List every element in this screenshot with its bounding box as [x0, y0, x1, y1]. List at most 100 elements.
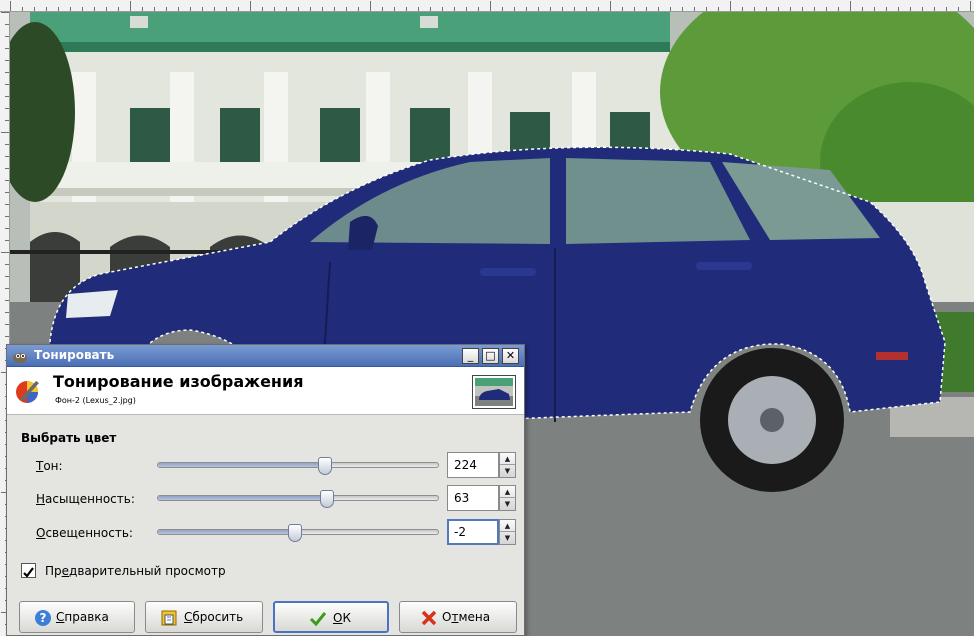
ruler-tick — [646, 7, 647, 11]
ruler-tick — [934, 7, 935, 11]
saturation-decrease-button[interactable]: ▼ — [500, 498, 515, 510]
ruler-tick — [490, 1, 491, 11]
ruler-tick — [430, 7, 431, 11]
ruler-tick — [5, 144, 9, 145]
ruler-tick — [178, 7, 179, 11]
ruler-tick — [826, 7, 827, 11]
preview-checkbox[interactable] — [21, 563, 36, 578]
saturation-slider-handle[interactable] — [320, 490, 334, 508]
ruler-tick — [262, 7, 263, 11]
dialog-header: Тонирование изображения Фон-2 (Lexus_2.j… — [7, 367, 524, 415]
saturation-value-input[interactable]: 63 — [447, 485, 499, 511]
ruler-tick — [310, 7, 311, 11]
ruler-tick — [166, 7, 167, 11]
reset-label: Сбросить — [184, 610, 244, 624]
hue-spin-buttons[interactable]: ▲ ▼ — [499, 452, 516, 478]
ruler-tick — [10, 1, 11, 11]
ruler-tick — [5, 72, 9, 73]
ruler-tick — [238, 7, 239, 11]
ruler-tick — [190, 7, 191, 11]
ruler-tick — [478, 7, 479, 11]
ruler-tick — [586, 7, 587, 11]
horizontal-ruler[interactable] — [0, 0, 974, 12]
ruler-tick — [5, 180, 9, 181]
ruler-tick — [5, 120, 9, 121]
minimize-button[interactable]: _ — [462, 348, 479, 364]
ruler-tick — [202, 7, 203, 11]
lightness-spin-buttons[interactable]: ▲ ▼ — [499, 519, 516, 545]
ruler-tick — [5, 96, 9, 97]
hue-slider-fill — [158, 463, 326, 467]
saturation-spin-buttons[interactable]: ▲ ▼ — [499, 485, 516, 511]
ruler-tick — [922, 7, 923, 11]
help-button[interactable]: ? Справка — [19, 601, 135, 633]
ruler-tick — [5, 336, 9, 337]
lightness-slider-handle[interactable] — [288, 524, 302, 542]
ok-check-icon — [309, 612, 327, 627]
preview-label[interactable]: Предварительный просмотр — [45, 564, 226, 578]
dialog-titlebar[interactable]: Тонировать _ □ ✕ — [7, 345, 524, 367]
ruler-tick — [5, 324, 9, 325]
maximize-button[interactable]: □ — [482, 348, 499, 364]
ruler-tick — [82, 7, 83, 11]
ruler-tick — [850, 1, 851, 11]
ruler-tick — [946, 7, 947, 11]
ok-button[interactable]: ОК — [273, 601, 389, 633]
ruler-tick — [250, 1, 251, 11]
ruler-tick — [898, 7, 899, 11]
hue-value-input[interactable]: 224 — [447, 452, 499, 478]
ruler-tick — [658, 7, 659, 11]
gimp-icon — [13, 353, 27, 363]
ruler-tick — [790, 7, 791, 11]
ok-label: ОК — [333, 611, 351, 625]
ruler-tick — [5, 48, 9, 49]
hue-label: Тон: — [36, 459, 63, 473]
select-color-label: Выбрать цвет — [21, 431, 117, 445]
ruler-tick — [5, 156, 9, 157]
ruler-tick — [502, 7, 503, 11]
ruler-tick — [706, 7, 707, 11]
ruler-tick — [622, 7, 623, 11]
ruler-tick — [5, 84, 9, 85]
ruler-tick — [154, 7, 155, 11]
ruler-tick — [778, 7, 779, 11]
ruler-tick — [5, 168, 9, 169]
cancel-button[interactable]: Отмена — [399, 601, 517, 633]
help-label: Справка — [56, 610, 109, 624]
saturation-increase-button[interactable]: ▲ — [500, 486, 515, 498]
ruler-tick — [22, 7, 23, 11]
ruler-tick — [130, 1, 131, 11]
hue-slider[interactable] — [157, 462, 439, 468]
ruler-tick — [418, 7, 419, 11]
close-button[interactable]: ✕ — [502, 348, 519, 364]
ruler-tick — [298, 7, 299, 11]
dialog-title: Тонировать — [34, 348, 115, 362]
ruler-tick — [694, 7, 695, 11]
saturation-slider[interactable] — [157, 495, 439, 501]
ruler-tick — [358, 7, 359, 11]
ruler-tick — [730, 1, 731, 11]
ruler-tick — [814, 7, 815, 11]
lightness-increase-button[interactable]: ▲ — [500, 520, 515, 532]
hue-increase-button[interactable]: ▲ — [500, 453, 515, 465]
cancel-label: Отмена — [442, 610, 491, 624]
lightness-value-input[interactable]: -2 — [447, 519, 499, 545]
svg-text:?: ? — [40, 611, 47, 625]
image-thumbnail — [472, 375, 516, 409]
checkmark-icon — [23, 567, 34, 578]
ruler-tick — [5, 264, 9, 265]
ruler-tick — [106, 7, 107, 11]
ruler-tick — [142, 7, 143, 11]
reset-button[interactable]: Сбросить — [145, 601, 263, 633]
colorize-dialog: Тонировать _ □ ✕ Тонирование изображения… — [6, 344, 525, 636]
ruler-tick — [214, 7, 215, 11]
ruler-tick — [286, 7, 287, 11]
ruler-tick — [874, 7, 875, 11]
hue-decrease-button[interactable]: ▼ — [500, 465, 515, 477]
ruler-tick — [5, 312, 9, 313]
lightness-decrease-button[interactable]: ▼ — [500, 532, 515, 544]
ruler-tick — [118, 7, 119, 11]
ruler-tick — [382, 7, 383, 11]
hue-slider-handle[interactable] — [318, 457, 332, 475]
ruler-tick — [70, 7, 71, 11]
